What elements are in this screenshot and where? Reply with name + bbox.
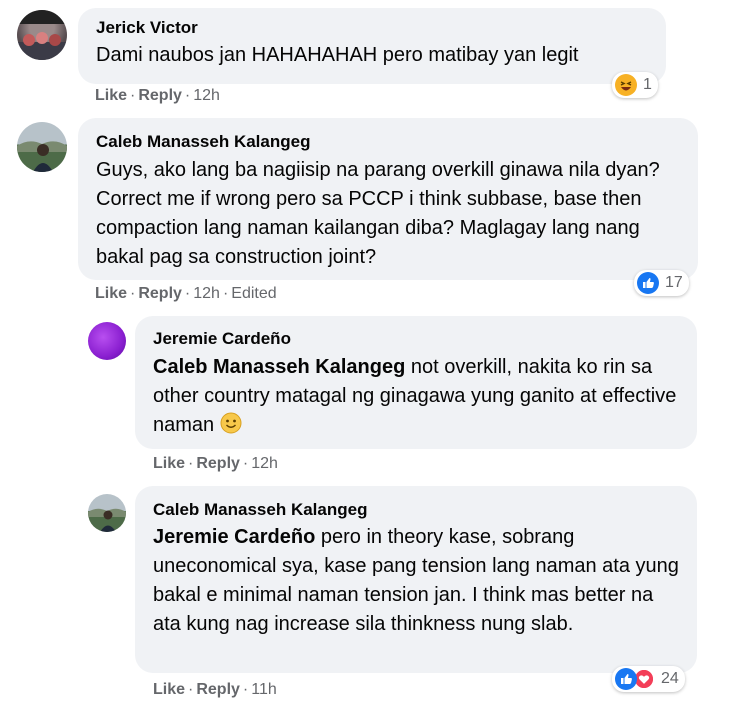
mention-link[interactable]: Jeremie Cardeño: [153, 526, 315, 548]
separator: ·: [130, 285, 136, 302]
edited-label[interactable]: Edited: [231, 285, 276, 302]
separator: ·: [130, 87, 136, 104]
avatar[interactable]: [17, 122, 67, 172]
like-thumb-icon: [615, 668, 637, 690]
avatar[interactable]: [17, 10, 67, 60]
comment-text: Jeremie Cardeño pero in theory kase, sob…: [153, 523, 681, 639]
like-link[interactable]: Like: [153, 681, 185, 698]
reaction-count: 17: [665, 274, 683, 291]
comment-text: Dami naubos jan HAHAHAHAH pero matibay y…: [96, 44, 579, 66]
reply-link[interactable]: Reply: [138, 285, 182, 302]
reaction-summary[interactable]: 1: [612, 72, 658, 98]
separator: ·: [222, 285, 229, 302]
like-link[interactable]: Like: [95, 285, 127, 302]
timestamp[interactable]: 12h: [251, 455, 278, 472]
reaction-summary[interactable]: 24: [612, 666, 685, 692]
like-link[interactable]: Like: [153, 455, 185, 472]
smile-emoji-icon: [220, 412, 242, 443]
comment-actions: Like · Reply · 12h: [95, 87, 220, 105]
avatar-photo: [17, 141, 67, 172]
mention-link[interactable]: Caleb Manasseh Kalangeg: [153, 356, 405, 378]
timestamp[interactable]: 12h: [193, 87, 220, 104]
comment-actions: Like · Reply · 11h: [153, 681, 277, 699]
comment-bubble: Jerick Victor Dami naubos jan HAHAHAHAH …: [78, 8, 666, 84]
timestamp[interactable]: 12h: [193, 285, 220, 302]
separator: ·: [184, 285, 191, 302]
separator: ·: [184, 87, 191, 104]
comment-bubble: Caleb Manasseh Kalangeg Jeremie Cardeño …: [135, 486, 697, 673]
reply-link[interactable]: Reply: [138, 87, 182, 104]
comment-author[interactable]: Jeremie Cardeño: [153, 329, 681, 349]
avatar[interactable]: [88, 494, 126, 532]
reaction-count: 1: [643, 76, 652, 93]
like-link[interactable]: Like: [95, 87, 127, 104]
separator: ·: [242, 455, 249, 472]
avatar[interactable]: [88, 322, 126, 360]
comment-bubble: Caleb Manasseh Kalangeg Guys, ako lang b…: [78, 118, 698, 280]
haha-emoji-icon: [615, 74, 637, 96]
comment-author[interactable]: Caleb Manasseh Kalangeg: [153, 500, 681, 520]
reaction-summary[interactable]: 17: [634, 270, 689, 296]
comment-bubble: Jeremie Cardeño Caleb Manasseh Kalangeg …: [135, 316, 697, 449]
like-thumb-icon: [637, 272, 659, 294]
comment-actions: Like · Reply · 12h: [153, 455, 278, 473]
reply-link[interactable]: Reply: [196, 455, 240, 472]
comment-text: Caleb Manasseh Kalangeg not overkill, na…: [153, 353, 681, 443]
comment-actions: Like · Reply · 12h · Edited: [95, 285, 277, 303]
avatar-photo: [88, 508, 126, 532]
separator: ·: [242, 681, 249, 698]
comment-author[interactable]: Jerick Victor: [96, 18, 650, 38]
comment-text: Guys, ako lang ba nagiisip na parang ove…: [96, 159, 660, 268]
separator: ·: [188, 455, 194, 472]
reply-link[interactable]: Reply: [196, 681, 240, 698]
comment-author[interactable]: Caleb Manasseh Kalangeg: [96, 132, 682, 152]
timestamp[interactable]: 11h: [251, 681, 277, 698]
avatar-photo: [17, 10, 67, 60]
reaction-count: 24: [661, 670, 679, 687]
separator: ·: [188, 681, 194, 698]
